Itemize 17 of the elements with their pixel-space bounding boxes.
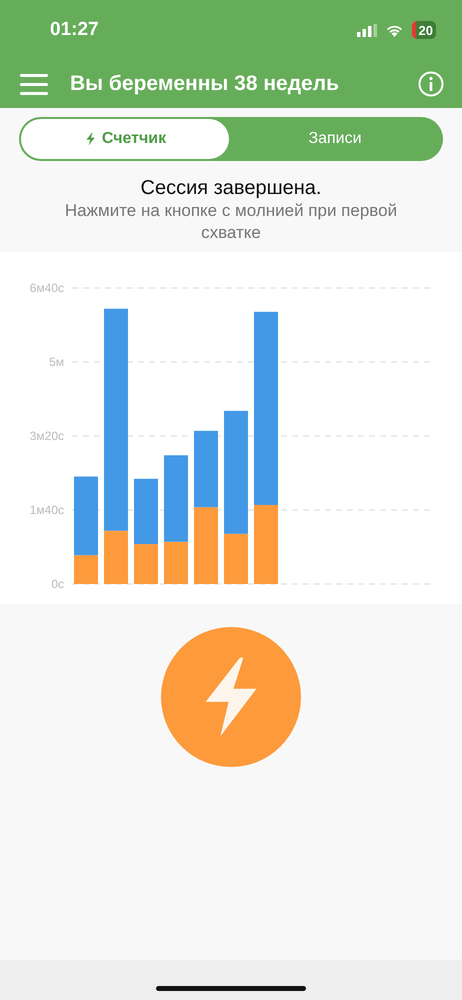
battery-level: 20 xyxy=(412,21,436,39)
tab[interactable]: Счетчик xyxy=(21,119,229,159)
axis-label: 6м40с xyxy=(30,281,64,295)
signal-icon xyxy=(356,24,377,36)
menu-icon[interactable] xyxy=(20,73,48,95)
status-time: 01:27 xyxy=(50,19,100,41)
info-icon[interactable] xyxy=(418,71,444,97)
session-title: Сессия завершена. xyxy=(140,177,322,200)
axis-label: 3м20с xyxy=(30,429,64,444)
tab[interactable]: Записи xyxy=(229,119,441,159)
axis-label: 0с xyxy=(51,577,64,591)
axis-label: 1м40с xyxy=(30,503,64,517)
header-title: Вы беременны 38 недель xyxy=(70,72,340,96)
axis-label: 5м xyxy=(49,355,64,369)
lightning-icon xyxy=(84,131,96,147)
session-hint: Нажмите на кнопке с молнией при первой схватке xyxy=(64,200,398,244)
wifi-icon xyxy=(384,23,404,37)
